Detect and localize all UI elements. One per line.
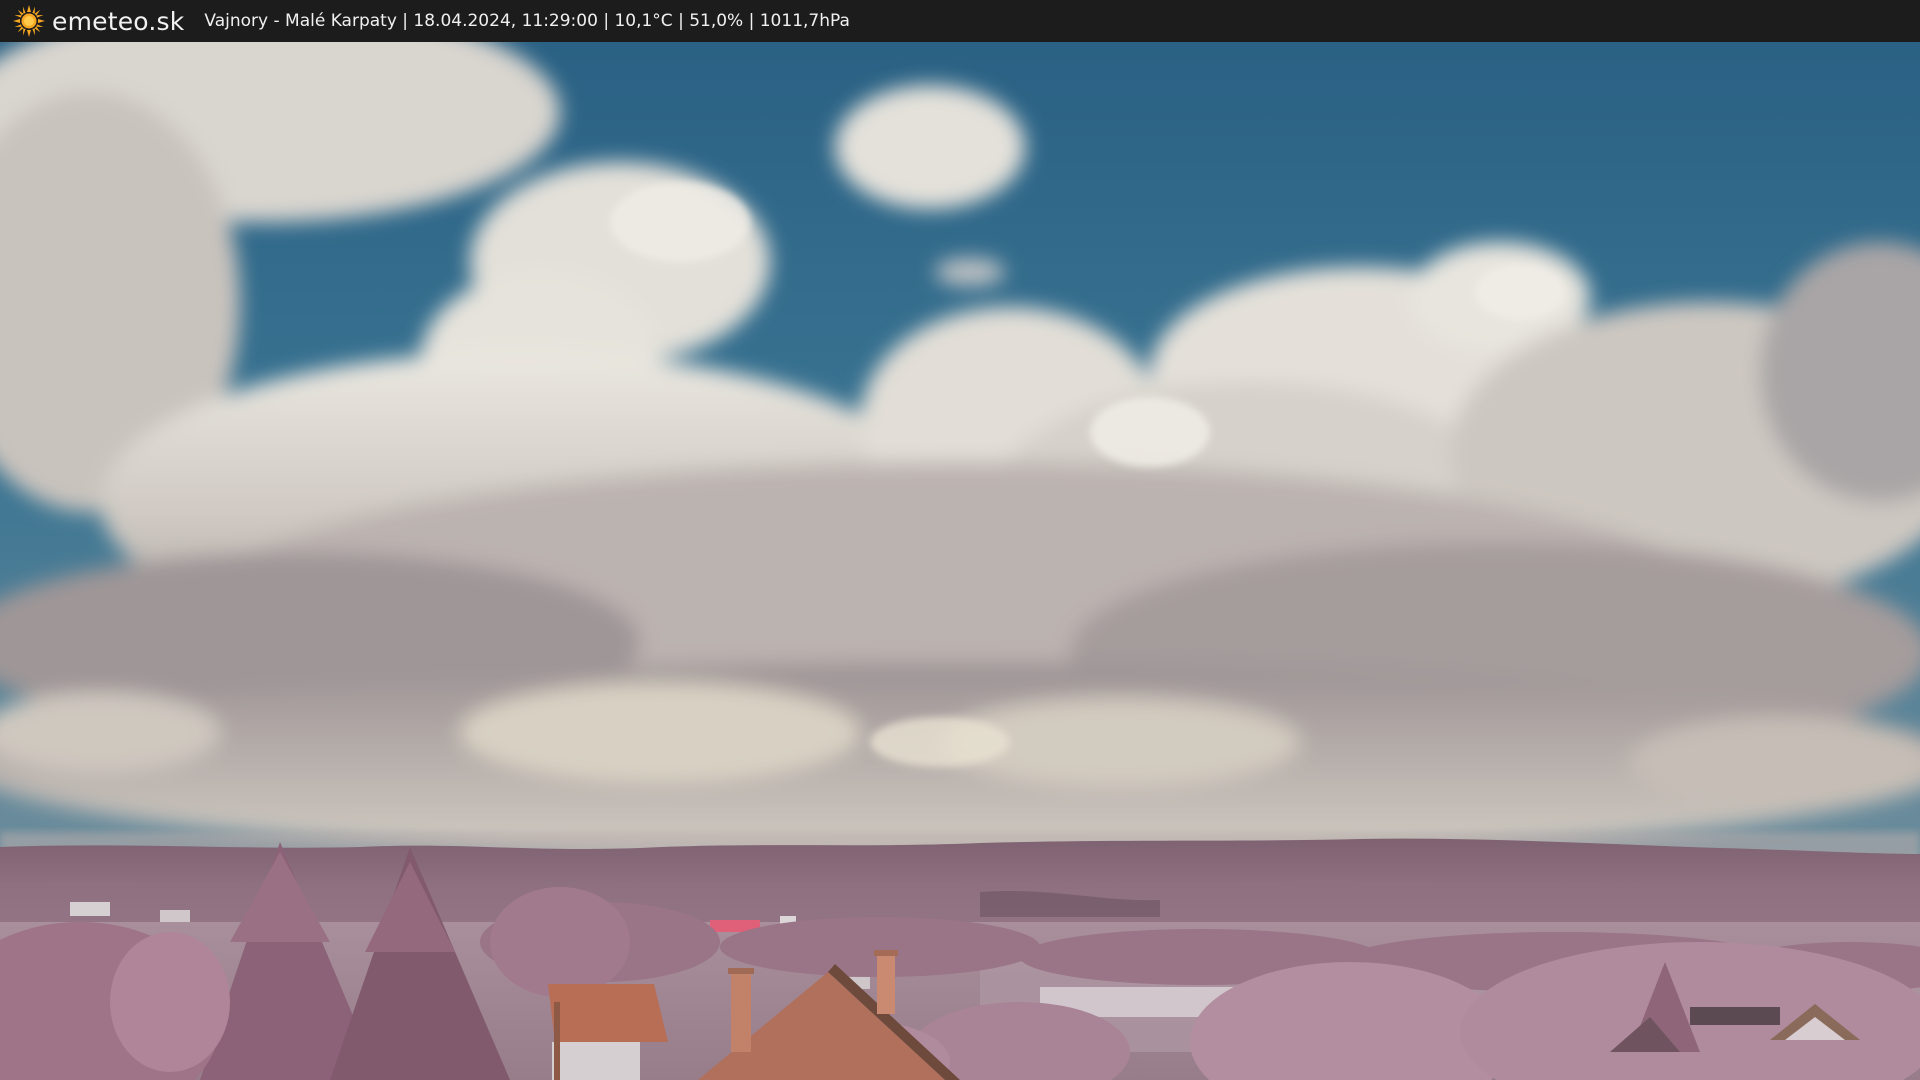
sun-icon bbox=[13, 5, 45, 37]
brand-name: emeteo.sk bbox=[52, 6, 185, 36]
webcam-image bbox=[0, 42, 1920, 1080]
emeteo-logo[interactable]: emeteo.sk bbox=[12, 0, 184, 42]
station-caption: Vajnory - Malé Karpaty | 18.04.2024, 11:… bbox=[204, 11, 850, 31]
webcam-frame: emeteo.sk Vajnory - Malé Karpaty | 18.04… bbox=[0, 0, 1920, 1080]
caption-bar: emeteo.sk Vajnory - Malé Karpaty | 18.04… bbox=[0, 0, 1920, 42]
